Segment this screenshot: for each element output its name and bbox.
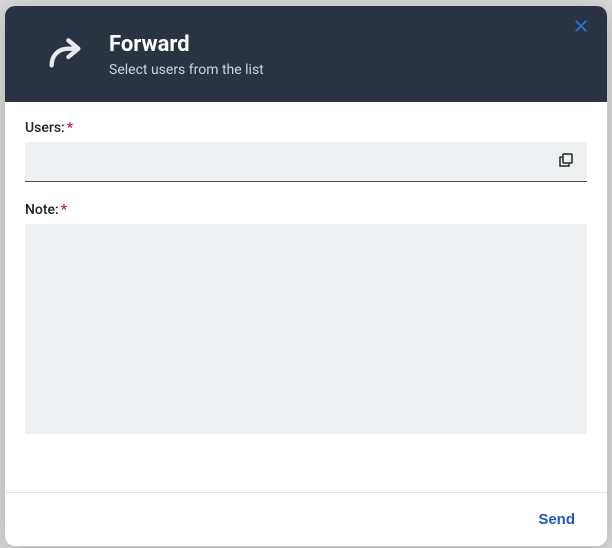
popup-icon xyxy=(557,151,575,172)
users-input[interactable] xyxy=(25,142,587,181)
open-user-picker-button[interactable] xyxy=(553,149,579,175)
dialog-footer: Send xyxy=(5,492,607,546)
users-field-group: Users:* xyxy=(25,120,587,182)
dialog-body: Users:* Note:* xyxy=(5,102,607,492)
forward-icon xyxy=(41,28,89,76)
note-label: Note:* xyxy=(25,202,587,218)
dialog-subtitle: Select users from the list xyxy=(109,62,264,78)
close-icon xyxy=(573,18,589,39)
close-button[interactable] xyxy=(569,16,593,40)
required-indicator: * xyxy=(61,202,67,218)
dialog-title: Forward xyxy=(109,32,264,58)
forward-dialog: Forward Select users from the list Users… xyxy=(5,6,607,546)
required-indicator: * xyxy=(67,120,73,136)
header-text-block: Forward Select users from the list xyxy=(109,26,264,78)
users-label: Users:* xyxy=(25,120,587,136)
note-field-group: Note:* xyxy=(25,202,587,438)
send-button[interactable]: Send xyxy=(530,507,583,532)
dialog-header: Forward Select users from the list xyxy=(5,6,607,102)
note-textarea[interactable] xyxy=(25,224,587,434)
users-input-container xyxy=(25,142,587,182)
